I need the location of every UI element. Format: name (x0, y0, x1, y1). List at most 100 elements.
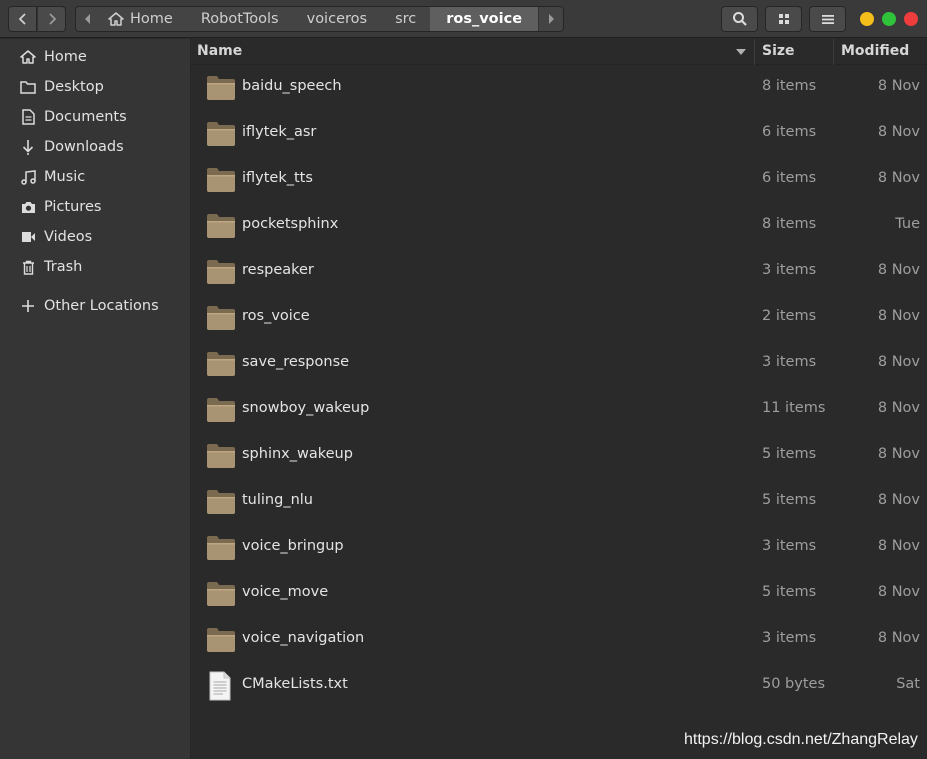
music-icon (20, 169, 36, 185)
file-row[interactable]: voice_navigation 3 items 8 Nov (191, 617, 927, 663)
sidebar: Home Desktop Documents Downloads Music P… (0, 39, 191, 759)
file-name: pocketsphinx (242, 216, 339, 232)
sidebar-item-videos[interactable]: Videos (0, 222, 191, 252)
sidebar-item-label: Desktop (44, 79, 104, 95)
sidebar-item-trash[interactable]: Trash (0, 252, 191, 282)
crumb-label: Home (130, 11, 173, 27)
file-modified: 8 Nov (877, 492, 920, 508)
sidebar-item-label: Other Locations (44, 298, 159, 314)
folder-icon (206, 74, 236, 102)
file-row[interactable]: tuling_nlu 5 items 8 Nov (191, 479, 927, 525)
crumb-home[interactable]: Home (100, 7, 187, 31)
folder-icon (206, 442, 236, 470)
crumb-robottools[interactable]: RobotTools (187, 7, 293, 31)
file-size: 6 items (762, 170, 817, 186)
sidebar-item-documents[interactable]: Documents (0, 102, 191, 132)
folder-icon (206, 120, 236, 148)
search-button[interactable] (721, 6, 758, 32)
crumb-ros-voice[interactable]: ros_voice (430, 7, 539, 31)
sidebar-item-label: Pictures (44, 199, 102, 215)
file-name: baidu_speech (242, 78, 342, 94)
file-row[interactable]: pocketsphinx 8 items Tue (191, 203, 927, 249)
file-row[interactable]: save_response 3 items 8 Nov (191, 341, 927, 387)
chevron-left-icon (18, 13, 26, 25)
file-row[interactable]: sphinx_wakeup 5 items 8 Nov (191, 433, 927, 479)
file-row[interactable]: iflytek_asr 6 items 8 Nov (191, 111, 927, 157)
sidebar-item-label: Home (44, 49, 87, 65)
sidebar-item-label: Music (44, 169, 86, 185)
file-size: 5 items (762, 584, 817, 600)
file-row[interactable]: voice_move 5 items 8 Nov (191, 571, 927, 617)
path-scroll-right-button[interactable] (538, 7, 562, 31)
sidebar-item-pictures[interactable]: Pictures (0, 192, 191, 222)
search-icon (732, 12, 747, 26)
file-modified: 8 Nov (877, 400, 920, 416)
folder-icon (20, 79, 36, 95)
download-icon (20, 139, 36, 155)
file-name: iflytek_asr (242, 124, 317, 140)
view-toggle-button[interactable] (765, 6, 802, 32)
file-size: 5 items (762, 446, 817, 462)
sidebar-item-home[interactable]: Home (0, 42, 191, 72)
file-modified: Sat (896, 676, 920, 692)
minimize-button[interactable] (860, 12, 874, 26)
file-row[interactable]: ros_voice 2 items 8 Nov (191, 295, 927, 341)
sidebar-item-desktop[interactable]: Desktop (0, 72, 191, 102)
file-row[interactable]: baidu_speech 8 items 8 Nov (191, 65, 927, 111)
sidebar-item-downloads[interactable]: Downloads (0, 132, 191, 162)
crumb-src[interactable]: src (381, 7, 430, 31)
forward-button[interactable] (37, 6, 66, 32)
file-name: voice_navigation (242, 630, 365, 646)
column-header-name[interactable]: Name (197, 43, 242, 59)
folder-icon (206, 350, 236, 378)
sidebar-item-other-locations[interactable]: Other Locations (0, 291, 191, 321)
folder-icon (206, 212, 236, 240)
maximize-button[interactable] (882, 12, 896, 26)
sidebar-item-label: Videos (44, 229, 93, 245)
file-size: 8 items (762, 78, 817, 94)
crumb-label: voiceros (306, 11, 368, 27)
sidebar-item-music[interactable]: Music (0, 162, 191, 192)
file-name: ros_voice (242, 308, 310, 324)
menu-button[interactable] (809, 6, 846, 32)
file-row[interactable]: CMakeLists.txt 50 bytes Sat (191, 663, 927, 709)
folder-icon (206, 488, 236, 516)
triangle-right-icon (548, 14, 554, 24)
crumb-label: src (395, 11, 417, 27)
crumb-label: ros_voice (446, 11, 523, 27)
file-name: respeaker (242, 262, 314, 278)
file-modified: 8 Nov (877, 584, 920, 600)
column-header-modified[interactable]: Modified (833, 39, 927, 65)
file-name: snowboy_wakeup (242, 400, 370, 416)
home-icon (108, 12, 124, 26)
file-row[interactable]: voice_bringup 3 items 8 Nov (191, 525, 927, 571)
folder-icon (206, 304, 236, 332)
file-size: 6 items (762, 124, 817, 140)
file-list-view: Name Size Modified baidu_speech 8 items 8 … (191, 39, 927, 759)
folder-icon (206, 580, 236, 608)
folder-icon (206, 258, 236, 286)
file-modified: 8 Nov (877, 170, 920, 186)
file-name: CMakeLists.txt (242, 676, 348, 692)
file-name: iflytek_tts (242, 170, 313, 186)
crumb-voiceros[interactable]: voiceros (293, 7, 381, 31)
file-modified: Tue (895, 216, 920, 232)
file-row[interactable]: respeaker 3 items 8 Nov (191, 249, 927, 295)
file-size: 3 items (762, 538, 817, 554)
file-name: sphinx_wakeup (242, 446, 353, 462)
video-icon (20, 229, 36, 245)
file-modified: 8 Nov (877, 124, 920, 140)
file-size: 3 items (762, 354, 817, 370)
file-row[interactable]: snowboy_wakeup 11 items 8 Nov (191, 387, 927, 433)
file-row[interactable]: iflytek_tts 6 items 8 Nov (191, 157, 927, 203)
file-size: 5 items (762, 492, 817, 508)
path-scroll-left-button[interactable] (76, 7, 100, 31)
close-button[interactable] (904, 12, 918, 26)
sort-descending-icon (736, 49, 746, 55)
chevron-right-icon (48, 13, 56, 25)
document-icon (20, 109, 36, 125)
hamburger-menu-icon (821, 14, 834, 24)
file-modified: 8 Nov (877, 538, 920, 554)
back-button[interactable] (8, 6, 37, 32)
column-header-size[interactable]: Size (754, 39, 834, 65)
